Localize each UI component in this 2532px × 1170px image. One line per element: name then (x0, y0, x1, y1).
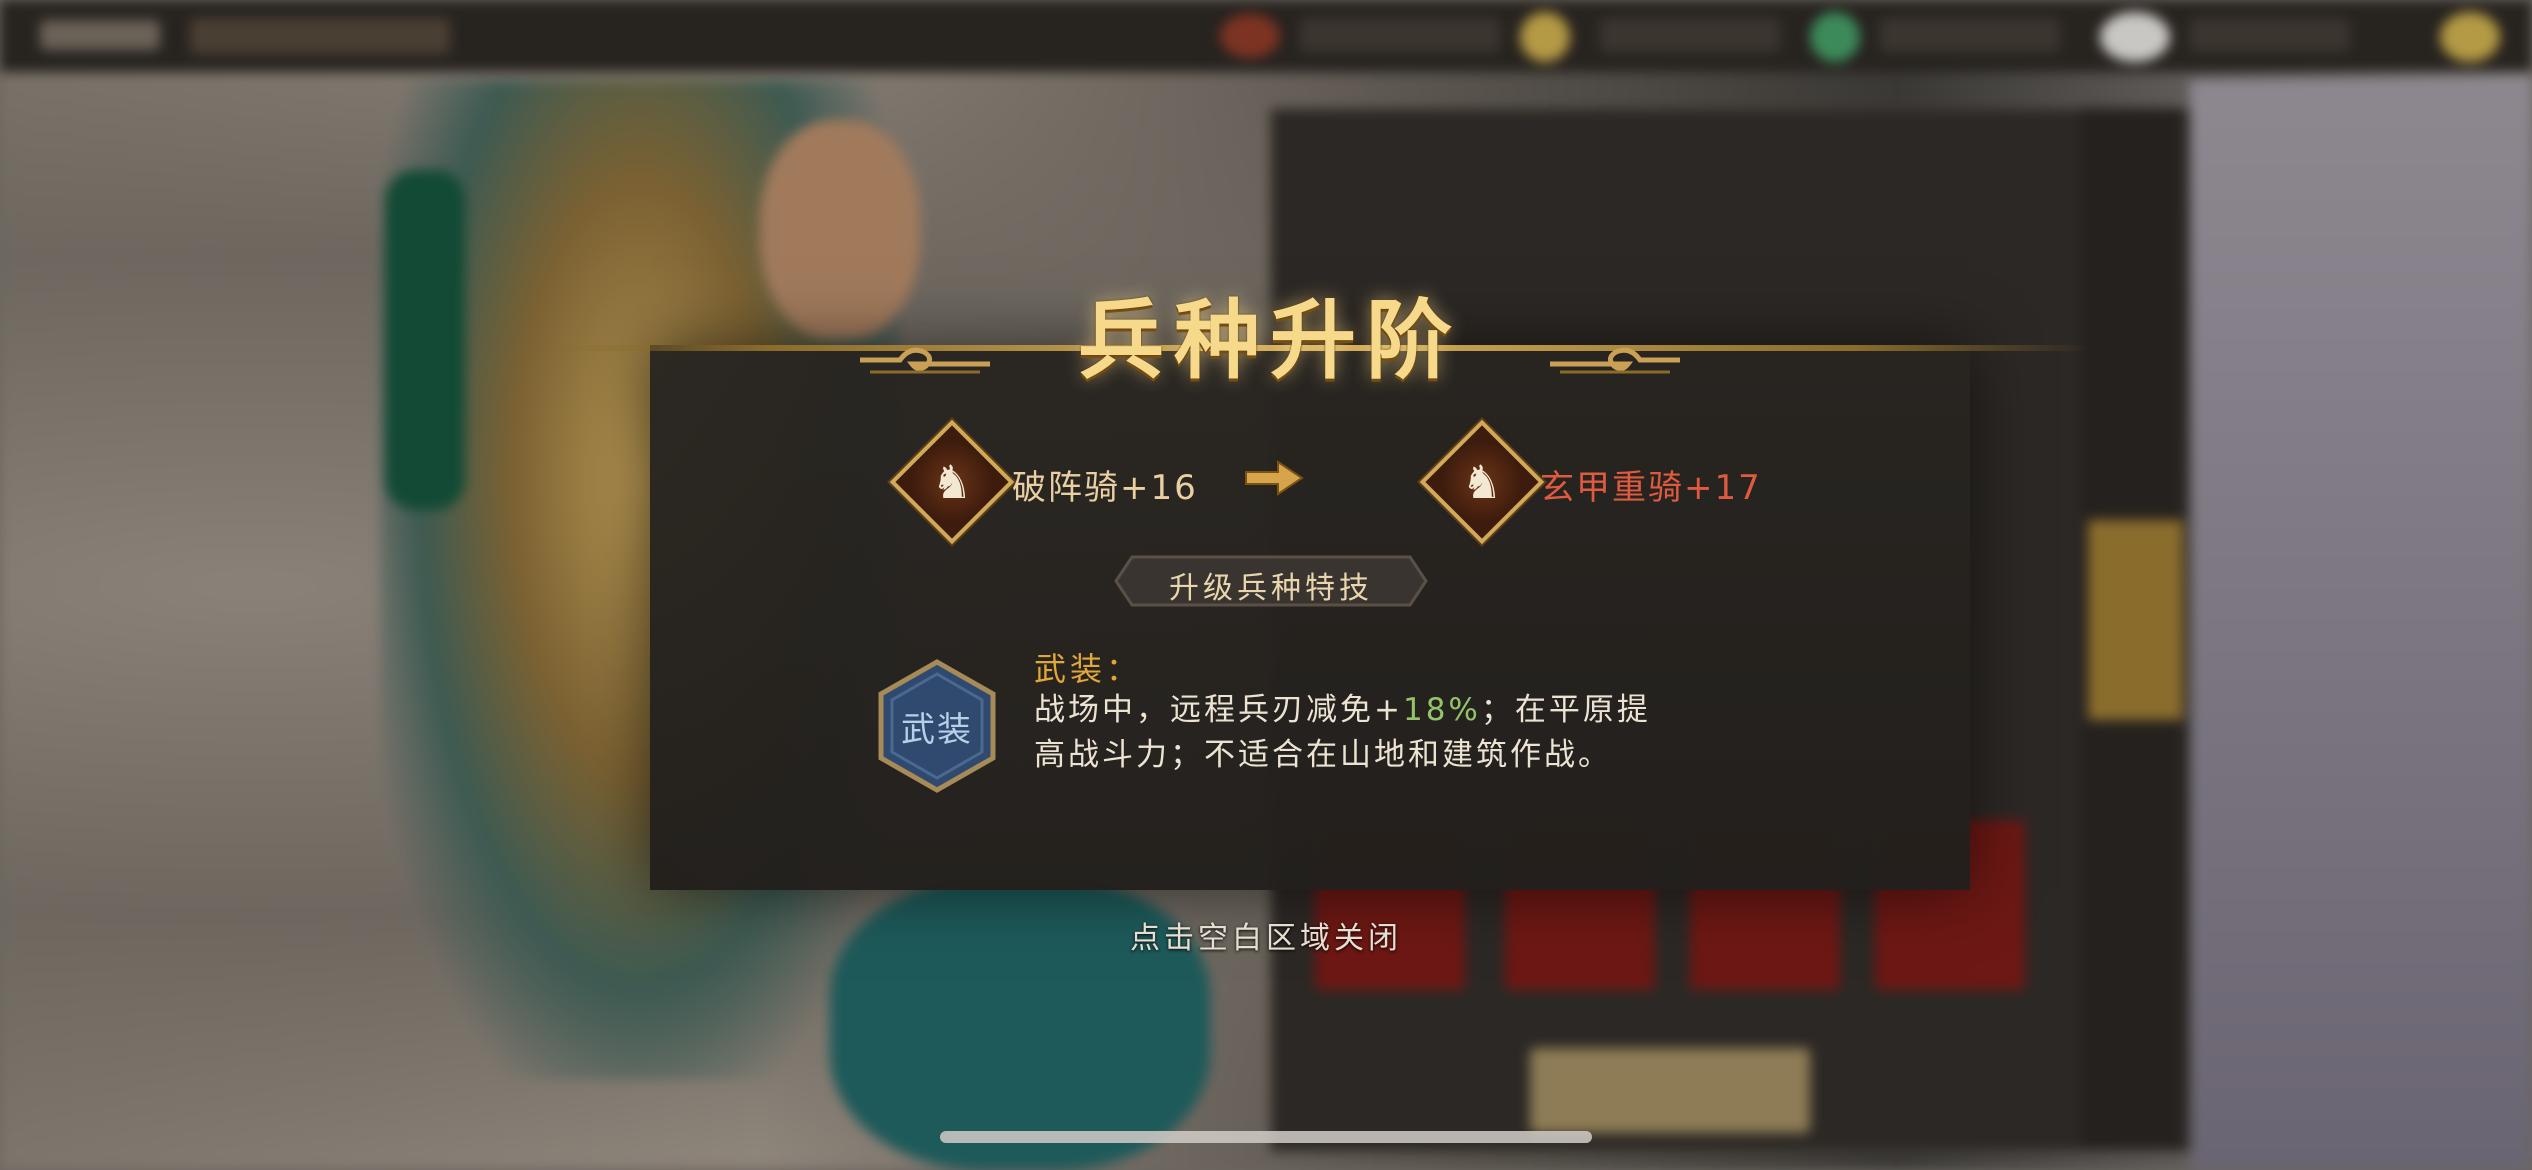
skill-value-highlight: 18% (1402, 692, 1481, 728)
from-unit-label: 破阵骑+16 (1012, 468, 1198, 508)
dialog-title-bar: 兵种升阶 (520, 270, 2020, 400)
to-unit-emblem: ♞ (1419, 419, 1545, 545)
from-unit-emblem: ♞ (889, 419, 1015, 545)
unit-upgrade-row: ♞ 破阵骑+16 ♞ 玄甲重骑+17 (889, 419, 1800, 545)
skill-badge: 武装 (876, 658, 998, 794)
top-resource-bar (0, 0, 2532, 72)
horse-head-icon: ♞ (1461, 455, 1503, 509)
section-label: 升级兵种特技 (1112, 553, 1430, 609)
title-ornament-right-icon (1550, 347, 1680, 374)
skill-name: 武装： (1034, 650, 1143, 688)
right-arrow-icon (1245, 460, 1304, 496)
dialog-title: 兵种升阶 (1078, 290, 1462, 391)
unit-upgrade-dialog (530, 345, 2090, 890)
horse-head-icon: ♞ (931, 455, 973, 509)
close-hint[interactable]: 点击空白区域关闭 (0, 913, 2532, 957)
to-unit-label: 玄甲重骑+17 (1540, 468, 1762, 508)
skill-description: 战场中，远程兵刃减免+18%；在平原提高战斗力；不适合在山地和建筑作战。 (1034, 692, 1651, 773)
home-indicator[interactable] (940, 1131, 1592, 1143)
